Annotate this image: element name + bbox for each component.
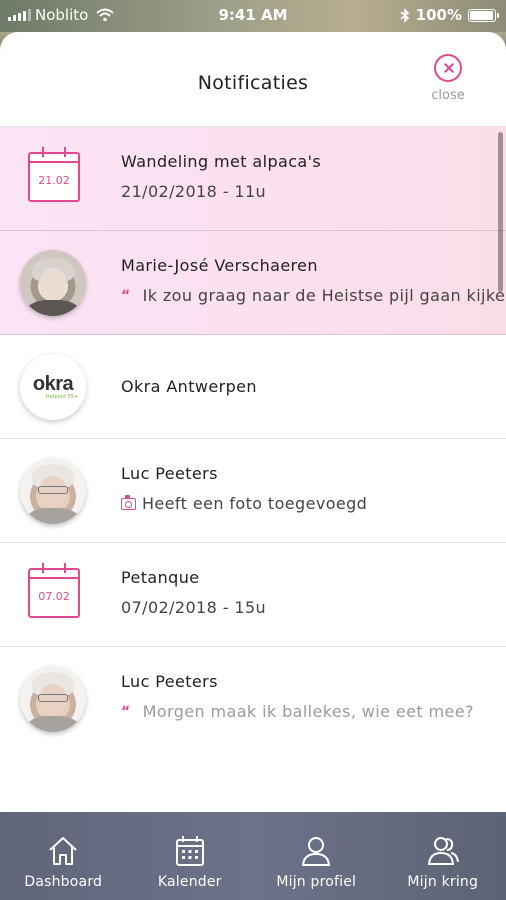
calendar-icon: 07.02	[28, 563, 80, 618]
message-preview: Ik zou graag naar de Heistse pijl gaan k…	[142, 286, 506, 305]
status-right: 100%	[400, 6, 499, 24]
notification-title: Luc Peeters	[121, 464, 218, 483]
notification-title: Wandeling met alpaca's	[121, 152, 322, 171]
okra-logo: okra trefpunt 55+	[20, 354, 86, 420]
notifications-sheet: Notificaties close 21.02 Wandeling met a…	[0, 32, 506, 812]
group-icon	[427, 837, 459, 865]
notification-item[interactable]: 07.02 Petanque 07/02/2018 - 15u	[0, 543, 506, 647]
notification-subtitle: 21/02/2018 - 11u	[121, 182, 266, 201]
notification-item[interactable]: Luc Peeters “ Morgen maak ik ballekes, w…	[0, 647, 506, 751]
profile-icon	[302, 837, 331, 866]
activity-text: Heeft een foto toegevoegd	[142, 494, 368, 513]
home-icon	[49, 837, 77, 865]
close-label[interactable]: close	[428, 88, 468, 103]
sheet-header: Notificaties close	[0, 32, 506, 127]
quote-icon: “	[121, 703, 131, 720]
notification-title: Petanque	[121, 568, 200, 587]
status-bar: Noblito 9:41 AM 100%	[0, 0, 506, 32]
tab-mijn-kring[interactable]: Mijn kring	[380, 812, 506, 900]
notification-title: Luc Peeters	[121, 672, 218, 691]
tab-label: Kalender	[157, 874, 222, 890]
event-datetime: 21/02/2018 - 11u	[121, 182, 267, 201]
logo-tagline: trefpunt 55+	[45, 394, 79, 400]
avatar-thumb	[20, 458, 86, 524]
battery-percent: 100%	[415, 6, 462, 24]
notification-item[interactable]: okra trefpunt 55+ Okra Antwerpen	[0, 335, 506, 439]
notification-list: 21.02 Wandeling met alpaca's 21/02/2018 …	[0, 127, 506, 751]
camera-icon	[121, 494, 136, 510]
calendar-icon	[175, 836, 204, 866]
notification-title: Marie-José Verschaeren	[121, 256, 318, 275]
scrollbar[interactable]	[498, 132, 503, 292]
group-thumb: okra trefpunt 55+	[20, 354, 86, 420]
close-button[interactable]: close	[428, 54, 468, 103]
avatar	[20, 666, 86, 732]
message-preview: Morgen maak ik ballekes, wie eet mee?	[142, 702, 474, 721]
event-datetime: 07/02/2018 - 15u	[121, 598, 267, 617]
quote-icon: “	[121, 287, 131, 304]
avatar	[20, 250, 86, 316]
bottom-tab-bar: Dashboard Kalender Mijn profiel Mijn kri…	[0, 812, 506, 900]
notification-subtitle: “ Morgen maak ik ballekes, wie eet mee?	[121, 702, 474, 721]
notification-title: Okra Antwerpen	[121, 377, 257, 396]
bluetooth-icon	[400, 7, 409, 23]
tab-label: Mijn kring	[407, 874, 479, 890]
logo-word: okra	[32, 373, 74, 395]
notification-item[interactable]: Luc Peeters Heeft een foto toegevoegd	[0, 439, 506, 543]
battery-icon	[468, 8, 499, 22]
avatar-thumb	[20, 250, 86, 316]
tab-label: Dashboard	[24, 874, 103, 890]
date-badge: 21.02	[38, 174, 70, 187]
notification-subtitle: Heeft een foto toegevoegd	[121, 494, 367, 513]
notification-item[interactable]: Marie-José Verschaeren “ Ik zou graag na…	[0, 231, 506, 335]
avatar-thumb	[20, 666, 86, 732]
tab-label: Mijn profiel	[276, 874, 357, 890]
tab-kalender[interactable]: Kalender	[127, 812, 254, 900]
event-thumb: 07.02	[20, 562, 86, 628]
avatar	[20, 458, 86, 524]
tab-dashboard[interactable]: Dashboard	[0, 812, 127, 900]
notification-item[interactable]: 21.02 Wandeling met alpaca's 21/02/2018 …	[0, 127, 506, 231]
tab-mijn-profiel[interactable]: Mijn profiel	[253, 812, 380, 900]
calendar-icon: 21.02	[28, 147, 80, 202]
notification-subtitle: 07/02/2018 - 15u	[121, 598, 266, 617]
notification-subtitle: “ Ik zou graag naar de Heistse pijl gaan…	[121, 286, 506, 305]
date-badge: 07.02	[38, 590, 70, 603]
close-icon[interactable]	[434, 54, 462, 82]
event-thumb: 21.02	[20, 146, 86, 212]
